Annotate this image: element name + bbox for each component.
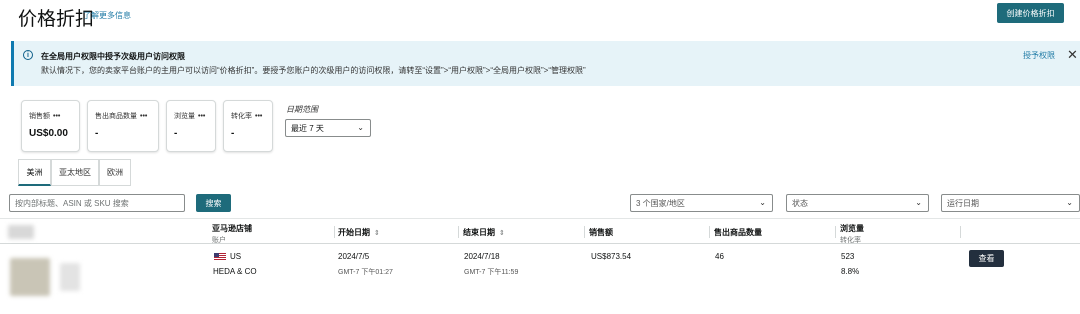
conversion-cell: 8.8%: [841, 267, 860, 276]
date-range-value: 最近 7 天: [291, 123, 324, 133]
metric-label: 售出商品数量: [95, 113, 137, 120]
date-range-label: 日期范围: [286, 105, 318, 114]
more-icon[interactable]: •••: [198, 113, 205, 120]
views-cell: 523: [841, 252, 855, 261]
learn-more-link[interactable]: 了解更多信息: [83, 10, 131, 21]
metric-label: 转化率: [231, 113, 252, 120]
run-date-filter-value: 运行日期: [947, 198, 979, 208]
metric-label: 销售额: [29, 113, 50, 120]
metric-value: -: [231, 128, 235, 139]
metric-value: US$0.00: [29, 128, 68, 139]
banner-text: 默认情况下，您的卖家平台账户的主用户可以访问“价格折扣”。要授予您账户的次级用户…: [41, 66, 586, 75]
run-date-filter[interactable]: 运行日期 ⌄: [941, 194, 1080, 212]
metric-card-conversion: 转化率 ••• -: [223, 100, 273, 152]
chevron-down-icon: ⌄: [915, 198, 922, 207]
metric-label: 浏览量: [174, 113, 195, 120]
metric-card-views: 浏览量 ••• -: [166, 100, 216, 152]
tab-asia-pacific[interactable]: 亚太地区: [51, 159, 99, 186]
create-discount-button[interactable]: 创建价格折扣: [997, 3, 1064, 23]
end-time-cell: GMT-7 下午11:59: [464, 269, 519, 276]
discount-table: 亚马逊店铺 账户 开始日期 ⇕ 结束日期 ⇕ 销售额 售出商品数量 浏览量 转化率 …: [0, 218, 1080, 314]
country-filter[interactable]: 3 个国家/地区 ⌄: [630, 194, 773, 212]
metric-value: -: [95, 128, 99, 139]
grant-permission-link[interactable]: 授予权限: [1023, 50, 1055, 61]
sort-icon: ⇕: [499, 230, 505, 237]
status-filter[interactable]: 状态 ⌄: [786, 194, 929, 212]
tab-americas[interactable]: 美洲: [18, 159, 51, 186]
status-filter-value: 状态: [792, 198, 808, 208]
metric-value: -: [174, 128, 178, 139]
more-icon[interactable]: •••: [53, 113, 60, 120]
product-image: [10, 258, 50, 296]
column-views: 浏览量 转化率: [840, 224, 864, 244]
chevron-down-icon: ⌄: [759, 198, 766, 207]
column-end-date[interactable]: 结束日期 ⇕: [463, 227, 505, 238]
account-cell: HEDA & CO: [213, 267, 257, 276]
permission-banner: i 在全局用户权限中授予次级用户访问权限 默认情况下，您的卖家平台账户的主用户可…: [11, 41, 1080, 86]
start-date-cell: 2024/7/5: [338, 252, 370, 261]
table-header: 亚马逊店铺 账户 开始日期 ⇕ 结束日期 ⇕ 销售额 售出商品数量 浏览量 转化率: [0, 218, 1080, 244]
start-time-cell: GMT-7 下午01:27: [338, 269, 393, 276]
banner-title: 在全局用户权限中授予次级用户访问权限: [41, 52, 185, 61]
chevron-down-icon: ⌄: [357, 123, 364, 132]
close-icon[interactable]: ✕: [1067, 47, 1078, 63]
metric-card-sales: 销售额 ••• US$0.00: [21, 100, 80, 152]
column-units: 售出商品数量: [714, 228, 762, 237]
country-filter-value: 3 个国家/地区: [636, 198, 685, 208]
search-button[interactable]: 搜索: [196, 194, 231, 212]
more-icon[interactable]: •••: [140, 113, 147, 120]
search-input[interactable]: 按内部标题、ASIN 或 SKU 搜索: [9, 194, 185, 212]
tab-europe[interactable]: 欧洲: [99, 159, 131, 186]
units-cell: 46: [715, 252, 724, 261]
more-icon[interactable]: •••: [255, 113, 262, 120]
view-button[interactable]: 查看: [969, 250, 1004, 267]
end-date-cell: 2024/7/18: [464, 252, 500, 261]
date-range-select[interactable]: 最近 7 天 ⌄: [285, 119, 371, 137]
sort-icon: ⇕: [374, 230, 380, 237]
sales-cell: US$873.54: [591, 252, 632, 261]
blurred-image: [8, 225, 34, 239]
chevron-down-icon: ⌄: [1066, 198, 1073, 207]
marketplace-cell: US: [214, 252, 241, 261]
column-store: 亚马逊店铺 账户: [212, 224, 252, 244]
us-flag-icon: [214, 252, 226, 261]
metric-card-units: 售出商品数量 ••• -: [87, 100, 159, 152]
column-sales: 销售额: [589, 228, 613, 237]
info-icon: i: [23, 50, 33, 60]
column-start-date[interactable]: 开始日期 ⇕: [338, 227, 380, 238]
blurred-image: [60, 263, 80, 291]
